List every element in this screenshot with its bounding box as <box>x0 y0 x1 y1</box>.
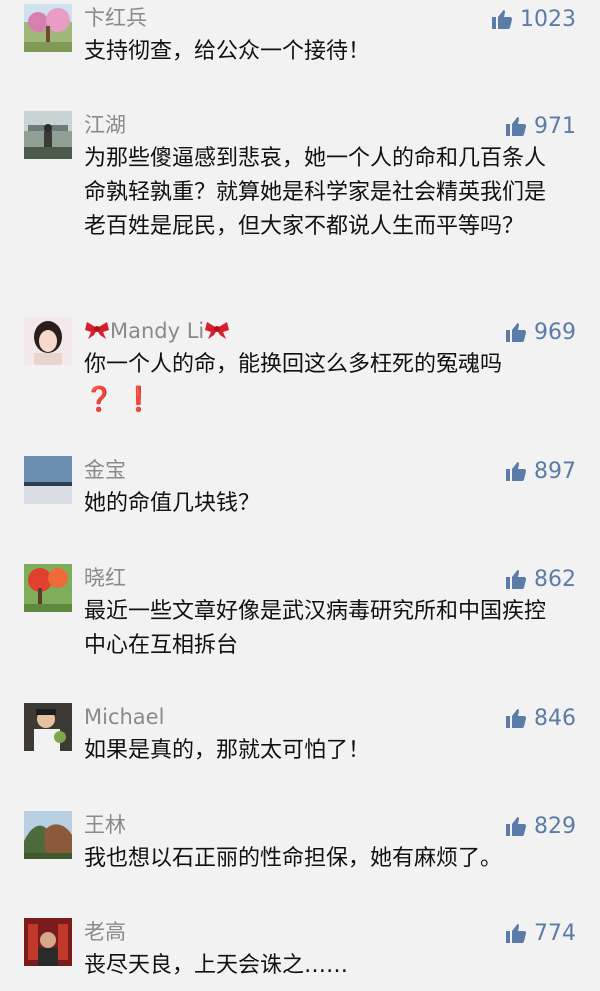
like-count: 971 <box>534 113 576 139</box>
thumbs-up-icon <box>506 462 527 481</box>
comment-text: 你一个人的命，能换回这么多枉死的冤魂吗 <box>84 352 503 377</box>
avatar[interactable] <box>24 4 72 52</box>
comment-author[interactable]: Michael <box>84 703 164 731</box>
avatar[interactable] <box>24 918 72 966</box>
like-button[interactable]: 862 <box>504 564 576 594</box>
question-mark-icon: ❓ <box>84 385 114 413</box>
comment-author-text: Mandy Li <box>110 319 205 343</box>
like-button[interactable]: 829 <box>504 811 576 841</box>
avatar[interactable] <box>24 317 72 365</box>
thumbs-up-icon <box>506 117 527 136</box>
like-button[interactable]: 846 <box>504 703 576 733</box>
comment-text: 支持彻查，给公众一个接待！ <box>84 39 371 64</box>
thumbs-up-icon <box>506 924 527 943</box>
avatar[interactable] <box>24 564 72 612</box>
comment-text: 最近一些文章好像是武汉病毒研究所和中国疾控中心在互相拆台 <box>84 599 547 658</box>
comment-text: 为那些傻逼感到悲哀，她一个人的命和几百条人命孰轻孰重？就算她是科学家是社会精英我… <box>84 146 547 239</box>
like-button[interactable]: 971 <box>504 111 576 141</box>
like-button[interactable]: 774 <box>504 918 576 948</box>
thumbs-up-icon <box>506 817 527 836</box>
like-count: 969 <box>534 319 576 345</box>
avatar[interactable] <box>24 811 72 859</box>
comment-author[interactable]: 金宝 <box>84 456 126 484</box>
thumbs-up-icon <box>506 570 527 589</box>
like-button[interactable]: 897 <box>504 456 576 486</box>
thumbs-up-icon <box>506 709 527 728</box>
like-count: 774 <box>534 920 576 946</box>
ribbon-icon <box>85 322 109 339</box>
like-button[interactable]: 1023 <box>490 4 576 34</box>
exclamation-mark-icon: ❗ <box>123 385 154 413</box>
comment-text: 丧尽天良，上天会诛之…… <box>84 953 349 978</box>
like-count: 1023 <box>520 6 576 32</box>
comment-text-container: 你一个人的命，能换回这么多枉死的冤魂吗 ❓ ❗ <box>84 348 564 416</box>
comment-author[interactable]: 江湖 <box>84 111 126 139</box>
comment-text: 我也想以石正丽的性命担保，她有麻烦了。 <box>84 846 503 871</box>
avatar[interactable] <box>24 456 72 504</box>
comment-author[interactable]: Mandy Li <box>84 317 230 345</box>
like-count: 862 <box>534 566 576 592</box>
comment-author[interactable]: 晓红 <box>84 564 126 592</box>
comment-author[interactable]: 卞红兵 <box>84 4 147 32</box>
comment-text: 她的命值几块钱？ <box>84 491 261 516</box>
comment-text: 如果是真的，那就太可怕了！ <box>84 738 371 763</box>
avatar[interactable] <box>24 703 72 751</box>
ribbon-icon <box>205 322 230 339</box>
avatar[interactable] <box>24 111 72 159</box>
thumbs-up-icon <box>506 323 527 342</box>
comment-author[interactable]: 老高 <box>84 918 126 946</box>
like-count: 829 <box>534 813 576 839</box>
like-button[interactable]: 969 <box>504 317 576 347</box>
emoji-row: ❓ ❗ <box>84 382 564 416</box>
comment-author[interactable]: 王林 <box>84 811 126 839</box>
like-count: 846 <box>534 705 576 731</box>
thumbs-up-icon <box>492 10 513 29</box>
like-count: 897 <box>534 458 576 484</box>
